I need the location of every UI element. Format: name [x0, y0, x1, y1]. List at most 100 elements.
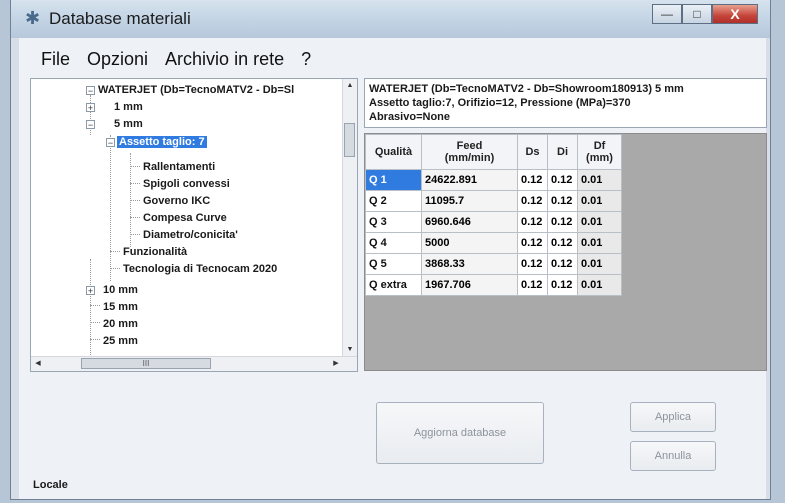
cell-feed[interactable]: 5000	[421, 232, 518, 254]
tree-node-governo-ikc[interactable]: Governo IKC	[143, 193, 210, 209]
maximize-button[interactable]: □	[682, 4, 712, 24]
collapse-toggle-icon[interactable]: −	[86, 86, 95, 96]
cell-di[interactable]: 0.12	[547, 253, 578, 275]
table-row[interactable]: Q 5 3868.33 0.12 0.12 0.01	[365, 253, 622, 275]
tree-vertical-scrollbar[interactable]: ▲ ▼	[342, 79, 357, 357]
table-row[interactable]: Q 3 6960.646 0.12 0.12 0.01	[365, 211, 622, 233]
title-bar[interactable]: ✱ Database materiali — □ X	[11, 0, 770, 38]
menu-opzioni[interactable]: Opzioni	[87, 46, 148, 72]
scroll-right-arrow-icon[interactable]: ▶	[329, 357, 343, 371]
tree-node-funzionalita[interactable]: Funzionalità	[123, 244, 187, 260]
tree-connector	[130, 217, 140, 218]
tree-node-5mm[interactable]: 5 mm	[114, 116, 143, 132]
tree-connector	[130, 166, 140, 167]
tree-node-assetto-taglio[interactable]: Assetto taglio: 7	[117, 134, 207, 150]
tree-connector	[110, 251, 120, 252]
column-header-di[interactable]: Di	[547, 134, 578, 170]
expand-toggle-icon[interactable]: +	[86, 103, 95, 113]
tree-node-compesa-curve[interactable]: Compesa Curve	[143, 210, 227, 226]
tree-node-1mm[interactable]: 1 mm	[114, 99, 143, 115]
cell-ds[interactable]: 0.12	[517, 211, 548, 233]
client-area: File Opzioni Archivio in rete ? − WATERJ…	[19, 38, 767, 499]
selection-info: WATERJET (Db=TecnoMATV2 - Db=Showroom180…	[364, 78, 767, 128]
row-quality[interactable]: Q 1	[365, 169, 422, 191]
cancel-button[interactable]: Annulla	[630, 441, 716, 471]
tree-horizontal-scrollbar[interactable]: ◀ III ▶	[31, 356, 357, 371]
status-label: Locale	[33, 479, 68, 491]
tree-connector	[90, 305, 100, 306]
row-quality[interactable]: Q 4	[365, 232, 422, 254]
table-row[interactable]: Q 1 24622.891 0.12 0.12 0.01	[365, 169, 622, 191]
tree-node-15mm[interactable]: 15 mm	[103, 299, 138, 315]
scroll-left-arrow-icon[interactable]: ◀	[31, 357, 45, 371]
tree-node-diametro-conicita[interactable]: Diametro/conicita'	[143, 227, 238, 243]
cell-di[interactable]: 0.12	[547, 274, 578, 296]
tree-connector	[110, 135, 111, 281]
quality-table: Qualità Feed (mm/min) Ds Di Df (mm) Q 1 …	[365, 134, 622, 296]
column-header-ds[interactable]: Ds	[517, 134, 548, 170]
cell-ds[interactable]: 0.12	[517, 274, 548, 296]
tree-node-tecnologia[interactable]: Tecnologia di Tecnocam 2020	[123, 261, 277, 277]
tree-connector	[90, 339, 100, 340]
column-header-df[interactable]: Df (mm)	[577, 134, 622, 170]
apply-button[interactable]: Applica	[630, 402, 716, 432]
column-header-qualita[interactable]: Qualità	[365, 134, 422, 170]
menu-archivio-in-rete[interactable]: Archivio in rete	[165, 46, 284, 72]
cell-df[interactable]: 0.01	[577, 253, 622, 275]
window-controls: — □ X	[652, 4, 758, 26]
cell-di[interactable]: 0.12	[547, 232, 578, 254]
cell-ds[interactable]: 0.12	[517, 190, 548, 212]
tree-node-spigoli-convessi[interactable]: Spigoli convessi	[143, 176, 230, 192]
collapse-toggle-icon[interactable]: −	[106, 138, 115, 148]
table-row[interactable]: Q 4 5000 0.12 0.12 0.01	[365, 232, 622, 254]
row-quality[interactable]: Q 3	[365, 211, 422, 233]
cell-df[interactable]: 0.01	[577, 169, 622, 191]
app-window: ✱ Database materiali — □ X File Opzioni …	[10, 0, 771, 500]
minimize-button[interactable]: —	[652, 4, 682, 24]
cell-ds[interactable]: 0.12	[517, 253, 548, 275]
cell-feed[interactable]: 24622.891	[421, 169, 518, 191]
row-quality[interactable]: Q 2	[365, 190, 422, 212]
cell-df[interactable]: 0.01	[577, 274, 622, 296]
df-header-line: Df	[593, 140, 606, 152]
table-row[interactable]: Q extra 1967.706 0.12 0.12 0.01	[365, 274, 622, 296]
table-row[interactable]: Q 2 11095.7 0.12 0.12 0.01	[365, 190, 622, 212]
scroll-thumb-horizontal[interactable]: III	[81, 358, 211, 369]
menu-help[interactable]: ?	[301, 46, 311, 72]
cell-feed[interactable]: 6960.646	[421, 211, 518, 233]
close-button[interactable]: X	[712, 4, 758, 24]
cell-df[interactable]: 0.01	[577, 232, 622, 254]
scroll-thumb[interactable]	[344, 123, 355, 157]
tree-connector	[130, 183, 140, 184]
collapse-toggle-icon[interactable]: −	[86, 120, 95, 130]
cell-di[interactable]: 0.12	[547, 190, 578, 212]
cell-di[interactable]: 0.12	[547, 169, 578, 191]
tree-node-25mm[interactable]: 25 mm	[103, 333, 138, 349]
tree-node-20mm[interactable]: 20 mm	[103, 316, 138, 332]
cell-feed[interactable]: 1967.706	[421, 274, 518, 296]
row-quality[interactable]: Q extra	[365, 274, 422, 296]
cell-feed[interactable]: 11095.7	[421, 190, 518, 212]
row-quality[interactable]: Q 5	[365, 253, 422, 275]
cell-feed[interactable]: 3868.33	[421, 253, 518, 275]
tree-connector	[90, 259, 91, 355]
cell-df[interactable]: 0.01	[577, 190, 622, 212]
update-database-button[interactable]: Aggiorna database	[376, 402, 544, 464]
quality-grid[interactable]: Qualità Feed (mm/min) Ds Di Df (mm) Q 1 …	[364, 133, 767, 371]
cell-ds[interactable]: 0.12	[517, 169, 548, 191]
app-icon: ✱	[25, 8, 41, 28]
window-title: Database materiali	[49, 9, 191, 28]
menu-file[interactable]: File	[41, 46, 70, 72]
tree-node-rallentamenti[interactable]: Rallentamenti	[143, 159, 215, 175]
cell-ds[interactable]: 0.12	[517, 232, 548, 254]
material-tree[interactable]: − WATERJET (Db=TecnoMATV2 - Db=Sl + 1 mm…	[30, 78, 358, 372]
column-header-feed[interactable]: Feed (mm/min)	[421, 134, 518, 170]
scroll-down-arrow-icon[interactable]: ▼	[343, 343, 357, 357]
tree-node-root[interactable]: WATERJET (Db=TecnoMATV2 - Db=Sl	[98, 82, 294, 98]
feed-unit-line: (mm/min)	[444, 152, 495, 164]
tree-node-10mm[interactable]: 10 mm	[103, 282, 138, 298]
expand-toggle-icon[interactable]: +	[86, 286, 95, 296]
cell-df[interactable]: 0.01	[577, 211, 622, 233]
cell-di[interactable]: 0.12	[547, 211, 578, 233]
scroll-up-arrow-icon[interactable]: ▲	[343, 79, 357, 93]
